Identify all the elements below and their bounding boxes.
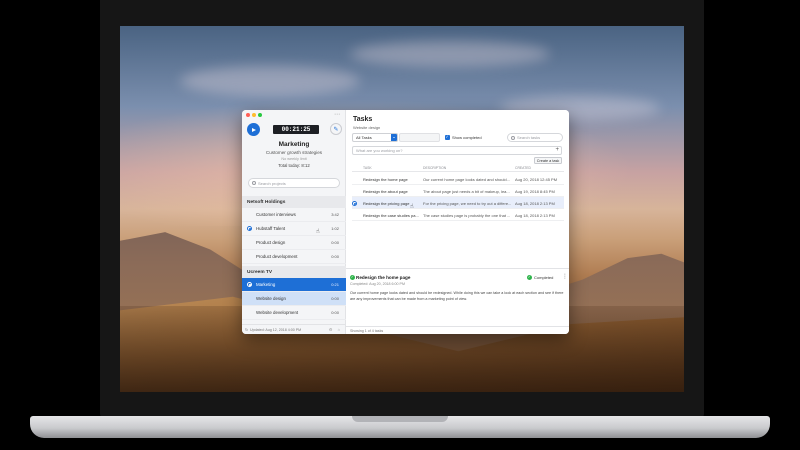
project-search-placeholder: Search projects bbox=[258, 180, 286, 186]
more-vertical-icon[interactable]: ⋮ bbox=[562, 273, 568, 280]
sidebar-footer: ↻ Updated: Aug 12, 2018 4:00 PM ⚙ ⌂ bbox=[242, 324, 346, 334]
check-circle-icon bbox=[350, 274, 355, 280]
project-item[interactable]: Website development 0:00 bbox=[242, 306, 346, 320]
check-circle-icon bbox=[527, 274, 532, 280]
table-row[interactable]: Redesign the case studies pa... The case… bbox=[352, 209, 564, 221]
detail-status-label: Completed bbox=[534, 275, 554, 280]
tracking-dot-icon bbox=[247, 282, 252, 287]
timer-display: 00:21:25 bbox=[273, 125, 319, 134]
project-item-label: Marketing bbox=[256, 282, 276, 287]
chevron-down-icon bbox=[391, 134, 397, 141]
show-completed-checkbox[interactable] bbox=[445, 134, 450, 140]
detail-completed-on: Completed: Aug 20, 2018 6:00 PM bbox=[350, 282, 405, 286]
refresh-icon[interactable]: ↻ bbox=[245, 328, 248, 332]
table-row[interactable]: Redesign the about page The about page j… bbox=[352, 185, 564, 197]
detail-title: Redesign the home page bbox=[356, 275, 411, 280]
project-item[interactable]: Hubstaff Talent 1:02 bbox=[242, 222, 346, 236]
project-item-hours: 0:00 bbox=[331, 310, 339, 315]
app-window: ⋯ 00:21:25 ✎ Marketing Customer growth s… bbox=[242, 110, 569, 334]
detail-status-badge[interactable]: Completed bbox=[527, 274, 554, 280]
footer-settings-icon[interactable]: ⚙ ⌂ bbox=[329, 327, 342, 332]
project-item-active[interactable]: Marketing 0:21 bbox=[242, 278, 346, 292]
project-item-label: Product design bbox=[256, 240, 286, 245]
project-item-hours: 0:00 bbox=[331, 240, 339, 245]
project-item-label: Product development bbox=[256, 254, 298, 259]
secondary-filter-select[interactable] bbox=[399, 133, 440, 142]
task-filter-value: All Tasks bbox=[356, 135, 372, 140]
project-item-selected[interactable]: Website design 0:00 bbox=[242, 292, 346, 306]
sidebar: ⋯ 00:21:25 ✎ Marketing Customer growth s… bbox=[242, 110, 346, 334]
close-window-button[interactable] bbox=[246, 113, 250, 117]
table-row[interactable]: Redesign the home page Our current home … bbox=[352, 173, 564, 185]
pointer-cursor-icon: ☝ bbox=[410, 204, 414, 210]
window-controls bbox=[246, 113, 262, 117]
show-completed-label: Show completed bbox=[452, 135, 482, 140]
project-item-hours: 0:00 bbox=[331, 296, 339, 301]
create-task-button[interactable]: Create a task bbox=[534, 157, 562, 164]
project-item-label: Hubstaff Talent bbox=[256, 226, 286, 231]
task-name: Redesign the home page bbox=[363, 177, 408, 182]
project-search-input[interactable]: Search projects bbox=[248, 178, 340, 188]
page-subtitle: Website design bbox=[353, 125, 381, 130]
task-search-placeholder: Search tasks bbox=[517, 135, 541, 140]
project-item-hours: 1:02 bbox=[331, 226, 339, 231]
search-icon bbox=[511, 135, 515, 140]
task-created: Aug 18, 2018 2:13 PM bbox=[515, 201, 555, 206]
last-updated: Updated: Aug 12, 2018 4:00 PM bbox=[250, 327, 302, 332]
timer-row: 00:21:25 ✎ bbox=[247, 123, 342, 137]
weekly-limit: No weekly limit bbox=[281, 157, 307, 161]
cloud bbox=[350, 41, 550, 67]
zoom-window-button[interactable] bbox=[258, 113, 262, 117]
tasks-footer: Showing 1 of 4 tasks bbox=[346, 326, 569, 334]
pointer-cursor-icon: ☝ bbox=[316, 229, 320, 235]
project-item-label: Website development bbox=[256, 310, 299, 315]
task-description: The about page just needs a bit of makeu… bbox=[423, 189, 510, 194]
task-name: Redesign the case studies pa... bbox=[363, 213, 419, 218]
table-header: TASK DESCRIPTION CREATED bbox=[352, 165, 564, 172]
total-today: Total today: 8:12 bbox=[278, 163, 310, 168]
page-title: Tasks bbox=[353, 116, 373, 123]
cloud bbox=[180, 66, 360, 96]
project-item[interactable]: Product development 0:00 bbox=[242, 250, 346, 264]
project-item-hours: 0:00 bbox=[331, 254, 339, 259]
minimize-window-button[interactable] bbox=[252, 113, 256, 117]
group-header-ucreem: Ucreem TV bbox=[242, 266, 346, 278]
task-created: Aug 20, 2018 12:45 PM bbox=[515, 177, 558, 182]
play-button[interactable] bbox=[247, 123, 260, 136]
more-dots-icon[interactable]: ⋯ bbox=[334, 111, 340, 118]
project-item-label: Customer interviews bbox=[256, 212, 296, 217]
show-completed-toggle[interactable]: Show completed bbox=[445, 134, 482, 140]
task-description: Our current home page looks dated and sh… bbox=[423, 177, 510, 182]
task-created: Aug 18, 2018 2:13 PM bbox=[515, 213, 555, 218]
column-header-created[interactable]: CREATED bbox=[515, 166, 531, 170]
new-task-input[interactable]: What are you working on? + bbox=[352, 146, 562, 155]
tracking-dot-icon bbox=[247, 226, 252, 231]
group-header-netsoft: Netsoft Holdings bbox=[242, 196, 346, 208]
tracking-dot-icon[interactable] bbox=[352, 201, 357, 206]
project-item[interactable]: Customer interviews 3:42 bbox=[242, 208, 346, 222]
task-filter-select[interactable]: All Tasks bbox=[352, 133, 398, 142]
column-header-description[interactable]: DESCRIPTION bbox=[423, 166, 446, 170]
task-search-input[interactable]: Search tasks bbox=[507, 133, 563, 142]
new-task-placeholder: What are you working on? bbox=[356, 148, 403, 153]
table-row-selected[interactable]: Redesign the pricing page For the pricin… bbox=[352, 197, 564, 209]
task-description: For the pricing page, we need to try out… bbox=[423, 201, 512, 206]
task-created: Aug 19, 2018 8:45 PM bbox=[515, 189, 555, 194]
task-description: The case studies page is probably the on… bbox=[423, 213, 511, 218]
project-item-label: Website design bbox=[256, 296, 286, 301]
current-project-subtitle: Customer growth strategies bbox=[265, 150, 323, 155]
task-name: Redesign the about page bbox=[363, 189, 408, 194]
project-item[interactable]: Product design 0:00 bbox=[242, 236, 346, 250]
edit-icon[interactable]: ✎ bbox=[330, 123, 342, 135]
current-project-title: Marketing bbox=[278, 141, 310, 148]
plus-icon[interactable]: + bbox=[555, 147, 559, 153]
search-icon bbox=[252, 181, 256, 185]
laptop-notch bbox=[352, 416, 448, 422]
project-item-hours: 0:21 bbox=[331, 282, 339, 287]
tasks-panel: Tasks Website design All Tasks Show comp… bbox=[346, 110, 569, 334]
task-detail: Redesign the home page Completed: Aug 20… bbox=[346, 268, 569, 326]
column-header-task[interactable]: TASK bbox=[363, 166, 372, 170]
project-item-hours: 3:42 bbox=[331, 212, 339, 217]
detail-description: Our current home page looks dated and sh… bbox=[350, 291, 564, 301]
